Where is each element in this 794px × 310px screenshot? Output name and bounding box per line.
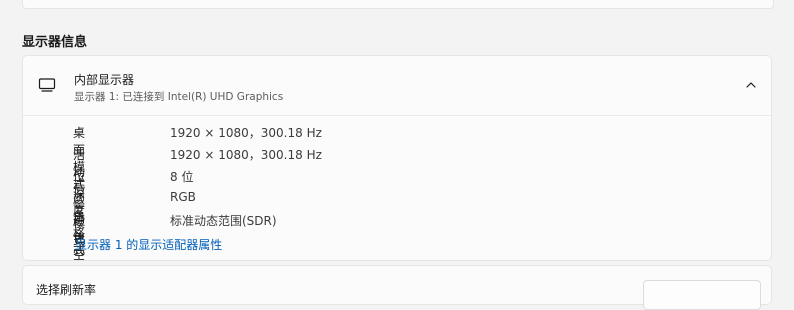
refresh-rate-label: 选择刷新率 [36, 283, 97, 297]
adapter-properties-link[interactable]: 显示器 1 的显示适配器属性 [75, 236, 222, 253]
monitor-icon [38, 78, 56, 92]
detail-value: 标准动态范围(SDR) [170, 214, 277, 228]
section-title: 显示器信息 [22, 35, 88, 50]
display-name: 内部显示器 [74, 73, 135, 87]
display-info-card: 内部显示器 显示器 1: 已连接到 Intel(R) UHD Graphics … [22, 55, 772, 279]
previous-settings-card [22, 0, 774, 9]
detail-value: 8 位 [170, 170, 194, 184]
detail-value: 1920 × 1080，300.18 Hz [170, 148, 322, 162]
refresh-rate-dropdown[interactable] [643, 280, 761, 310]
display-card-header[interactable]: 内部显示器 显示器 1: 已连接到 Intel(R) UHD Graphics [23, 56, 771, 116]
refresh-rate-card: 选择刷新率 [22, 265, 772, 310]
chevron-up-icon[interactable] [745, 80, 757, 90]
detail-value: 1920 × 1080，300.18 Hz [170, 126, 322, 140]
display-connection: 显示器 1: 已连接到 Intel(R) UHD Graphics [74, 91, 284, 103]
detail-value: RGB [170, 190, 196, 204]
